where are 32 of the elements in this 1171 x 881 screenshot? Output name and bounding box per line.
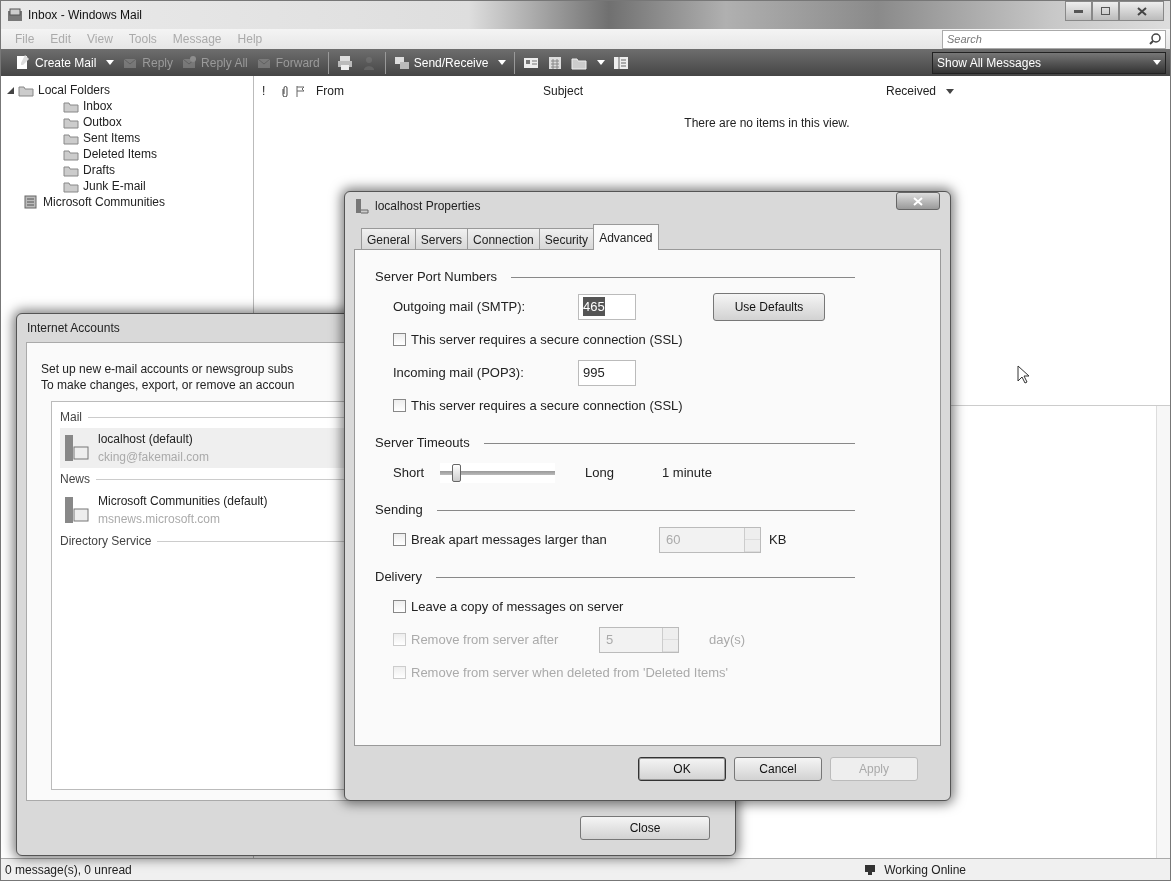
dialog-title: Internet Accounts <box>27 320 120 337</box>
unit-label: KB <box>769 530 787 549</box>
section-title: Server Timeouts <box>375 434 470 453</box>
checkbox-label: This server requires a secure connection (SSL) <box>411 330 683 349</box>
instruction-text: Set up new e-mail accounts or newsgroup subs <box>41 361 294 377</box>
checkbox-label: Leave a copy of messages on server <box>411 597 624 616</box>
window-title: Inbox - Windows Mail <box>28 7 143 24</box>
group-label: Mail <box>60 409 82 426</box>
checkbox-label: Remove from server when deleted from 'Deleted Items' <box>411 663 729 682</box>
account-address: msnews.microsoft.com <box>98 511 222 528</box>
unit-label: day(s) <box>709 630 746 649</box>
timeout-value: 1 minute <box>662 463 712 482</box>
checkbox-label: Break apart messages larger than <box>411 530 608 549</box>
empty-message: There are no items in this view. <box>684 116 850 130</box>
dialog-title: localhost Properties <box>375 198 481 215</box>
checkbox-label: Remove from server after <box>411 630 560 649</box>
section-title: Delivery <box>375 568 422 587</box>
account-address: cking@fakemail.com <box>98 449 209 466</box>
slider-label: Short <box>393 463 425 482</box>
account-name: Microsoft Communities (default) <box>98 493 268 510</box>
checkbox-label: This server requires a secure connection (SSL) <box>411 396 683 415</box>
group-label: Directory Service <box>60 533 152 550</box>
status-text: 0 message(s), 0 unread <box>5 861 132 879</box>
slider-label: Long <box>585 463 614 482</box>
group-label: News <box>60 471 90 488</box>
connection-status: Working Online <box>884 861 966 879</box>
account-name: localhost (default) <box>98 431 194 448</box>
instruction-text: To make changes, export, or remove an accoun <box>41 377 295 393</box>
section-title: Server Port Numbers <box>375 268 498 287</box>
section-title: Sending <box>375 501 423 520</box>
field-label: Outgoing mail (SMTP): <box>393 297 527 316</box>
field-label: Incoming mail (POP3): <box>393 363 525 382</box>
